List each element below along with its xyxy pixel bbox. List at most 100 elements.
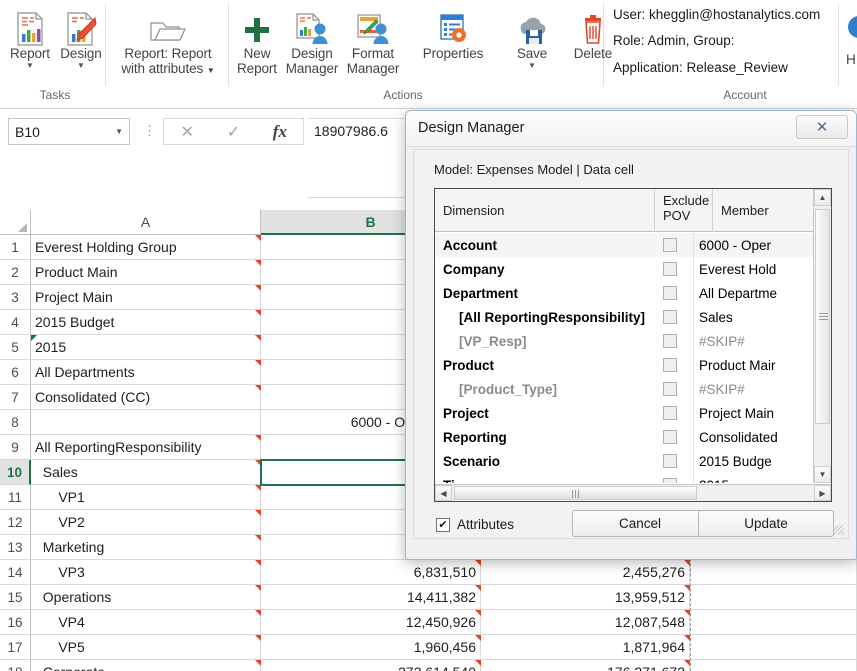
chevron-down-icon[interactable]: ▼ xyxy=(4,61,56,70)
properties-button[interactable]: Properties xyxy=(412,6,494,61)
cell-A11[interactable]: VP1 xyxy=(31,485,261,509)
exclude-pov-checkbox[interactable] xyxy=(663,382,677,396)
name-box[interactable]: B10 ▼ xyxy=(8,118,130,145)
attributes-checkbox[interactable]: ✔ Attributes xyxy=(436,517,514,532)
cell-C15[interactable]: 13,959,512 xyxy=(481,585,690,609)
exclude-pov-checkbox[interactable] xyxy=(663,358,677,372)
row-header-17[interactable]: 17 xyxy=(0,635,31,660)
cell-A13[interactable]: Marketing xyxy=(31,535,261,559)
cell-A14[interactable]: VP3 xyxy=(31,560,261,584)
cancel-button[interactable]: Cancel xyxy=(572,510,708,537)
row-header-1[interactable]: 1 xyxy=(0,235,31,260)
row-header-4[interactable]: 4 xyxy=(0,310,31,335)
chevron-down-icon[interactable]: ▼ xyxy=(207,66,215,75)
col-header-member[interactable]: Member xyxy=(713,189,817,232)
attributes-checkbox-box[interactable]: ✔ xyxy=(436,517,450,532)
cell-C16[interactable]: 12,087,548 xyxy=(481,610,690,634)
dimension-row[interactable]: Department All Departme xyxy=(435,281,831,305)
cell-D17[interactable] xyxy=(690,635,857,659)
exclude-pov-checkbox[interactable] xyxy=(663,406,677,420)
vertical-scroll-thumb[interactable] xyxy=(815,209,830,424)
row-header-18[interactable]: 18 xyxy=(0,660,31,671)
help-label[interactable]: H xyxy=(846,52,856,67)
scroll-up-icon[interactable]: ▲ xyxy=(814,189,831,206)
cell-B18[interactable]: 272,614,540 xyxy=(261,660,481,671)
scroll-down-icon[interactable]: ▼ xyxy=(814,466,831,483)
dimension-row[interactable]: [All ReportingResponsibility] Sales xyxy=(435,305,831,329)
format-manager-button[interactable]: Format Manager xyxy=(342,6,404,76)
col-header-dimension[interactable]: Dimension xyxy=(435,189,655,232)
exclude-pov-checkbox[interactable] xyxy=(663,454,677,468)
cancel-x-icon[interactable]: ✕ xyxy=(164,122,210,142)
exclude-pov-checkbox[interactable] xyxy=(663,310,677,324)
row-header-9[interactable]: 9 xyxy=(0,435,31,460)
cell-A10[interactable]: Sales xyxy=(31,460,261,484)
cell-C18[interactable]: 176,271,672 xyxy=(481,660,690,671)
exclude-pov-checkbox[interactable] xyxy=(663,262,677,276)
cell-A4[interactable]: 2015 Budget xyxy=(31,310,261,334)
design-manager-dialog[interactable]: Design Manager ✕ Model: Expenses Model |… xyxy=(405,110,857,560)
col-header-exclude-pov[interactable]: Exclude POV xyxy=(655,189,713,232)
cell-A6[interactable]: All Departments xyxy=(31,360,261,384)
cell-D16[interactable] xyxy=(690,610,857,634)
row-header-8[interactable]: 8 xyxy=(0,410,31,435)
cell-A16[interactable]: VP4 xyxy=(31,610,261,634)
exclude-pov-checkbox[interactable] xyxy=(663,286,677,300)
dimension-row[interactable]: Scenario 2015 Budge xyxy=(435,449,831,473)
column-header-a[interactable]: A xyxy=(31,210,261,235)
row-header-3[interactable]: 3 xyxy=(0,285,31,310)
cell-B16[interactable]: 12,450,926 xyxy=(261,610,481,634)
cell-A8[interactable] xyxy=(31,410,261,434)
cell-A17[interactable]: VP5 xyxy=(31,635,261,659)
dimension-row[interactable]: [VP_Resp] #SKIP# xyxy=(435,329,831,353)
row-header-15[interactable]: 15 xyxy=(0,585,31,610)
cell-A3[interactable]: Project Main xyxy=(31,285,261,309)
design-button[interactable]: Design ▼ xyxy=(56,6,106,70)
scroll-right-icon[interactable]: ▶ xyxy=(814,485,831,501)
cell-A2[interactable]: Product Main xyxy=(31,260,261,284)
row-header-6[interactable]: 6 xyxy=(0,360,31,385)
close-x-icon[interactable]: ✕ xyxy=(796,115,848,139)
cell-B15[interactable]: 14,411,382 xyxy=(261,585,481,609)
row-header-13[interactable]: 13 xyxy=(0,535,31,560)
resize-grip-icon[interactable] xyxy=(834,525,844,535)
exclude-pov-checkbox[interactable] xyxy=(663,238,677,252)
cell-D14[interactable] xyxy=(690,560,857,584)
cell-A15[interactable]: Operations xyxy=(31,585,261,609)
dialog-vertical-scrollbar[interactable]: ▲ ▼ xyxy=(813,189,831,483)
exclude-pov-checkbox[interactable] xyxy=(663,430,677,444)
design-manager-button[interactable]: Design Manager xyxy=(282,6,342,76)
cell-A7[interactable]: Consolidated (CC) xyxy=(31,385,261,409)
chevron-down-icon[interactable]: ▼ xyxy=(56,61,106,70)
cell-B14[interactable]: 6,831,510 xyxy=(261,560,481,584)
cell-A18[interactable]: Corporate xyxy=(31,660,261,671)
new-report-button[interactable]: New Report xyxy=(232,6,282,76)
cell-C17[interactable]: 1,871,964 xyxy=(481,635,690,659)
select-all-corner[interactable] xyxy=(0,210,31,235)
dialog-titlebar[interactable]: Design Manager ✕ xyxy=(406,111,856,147)
chevron-down-icon[interactable]: ▼ xyxy=(115,127,123,136)
formula-bar-handle[interactable]: ⋮ xyxy=(143,122,156,140)
dimension-row[interactable]: Account 6000 - Oper xyxy=(435,233,831,257)
cell-A5[interactable]: 2015 xyxy=(31,335,261,359)
row-header-12[interactable]: 12 xyxy=(0,510,31,535)
cell-A1[interactable]: Everest Holding Group xyxy=(31,235,261,259)
exclude-pov-checkbox[interactable] xyxy=(663,334,677,348)
chevron-down-icon[interactable]: ▼ xyxy=(502,61,562,70)
save-button[interactable]: Save ▼ xyxy=(502,6,562,70)
dimension-row[interactable]: Project Project Main xyxy=(435,401,831,425)
update-button[interactable]: Update xyxy=(698,510,834,537)
report-with-attributes-dropdown[interactable]: Report: Report with attributes ▼ xyxy=(112,6,224,78)
row-header-5[interactable]: 5 xyxy=(0,335,31,360)
row-header-7[interactable]: 7 xyxy=(0,385,31,410)
dialog-horizontal-scrollbar[interactable]: ◀ ▶ xyxy=(435,484,831,501)
row-header-2[interactable]: 2 xyxy=(0,260,31,285)
row-header-10[interactable]: 10 xyxy=(0,460,31,485)
dimension-row[interactable]: Reporting Consolidated xyxy=(435,425,831,449)
cell-C14[interactable]: 2,455,276 xyxy=(481,560,690,584)
dimension-row[interactable]: Ti 2015 xyxy=(435,473,831,483)
cell-D15[interactable] xyxy=(690,585,857,609)
scroll-left-icon[interactable]: ◀ xyxy=(435,485,452,501)
row-header-16[interactable]: 16 xyxy=(0,610,31,635)
report-button[interactable]: Report ▼ xyxy=(4,6,56,70)
